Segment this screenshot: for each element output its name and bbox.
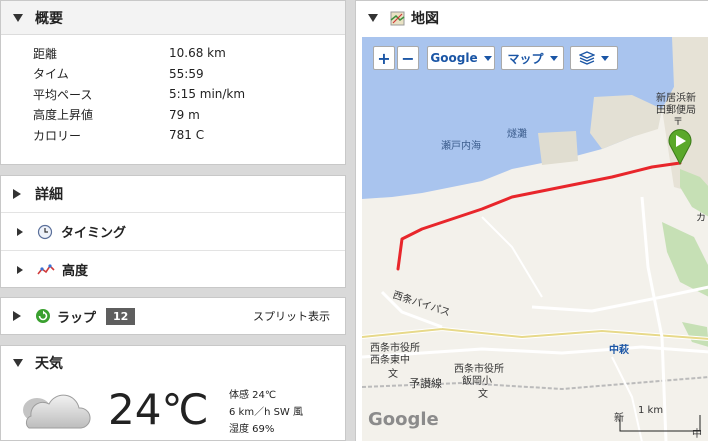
summary-stats: 距離 10.68 km タイム 55:59 平均ペース 5:15 min/km 高度上… <box>1 35 345 146</box>
stat-value: 55:59 <box>169 66 204 81</box>
stat-label: 距離 <box>33 46 58 61</box>
chevron-down-icon <box>601 55 609 61</box>
weather-header[interactable]: 天気 <box>1 346 345 380</box>
stat-row-pace: 平均ペース 5:15 min/km <box>1 84 345 105</box>
stat-label: 高度上昇値 <box>33 108 94 123</box>
expand-triangle-icon[interactable] <box>13 311 21 321</box>
stat-value: 10.68 km <box>169 46 226 61</box>
map-header[interactable]: 地図 <box>356 1 708 35</box>
details-title: 詳細 <box>35 187 63 203</box>
layers-select[interactable] <box>570 46 618 70</box>
lap-icon <box>36 309 50 323</box>
chevron-down-icon <box>549 55 558 61</box>
map-icon <box>390 11 405 25</box>
weather-details: 体感 24℃ 6 km／h SW 風 湿度 69% <box>229 387 303 438</box>
humidity: 湿度 69% <box>229 424 275 435</box>
stat-row-time: タイム 55:59 <box>1 64 345 85</box>
stat-row-distance: 距離 10.68 km <box>1 43 345 64</box>
expand-triangle-icon[interactable] <box>17 265 23 274</box>
feels-like: 体感 24℃ <box>229 390 277 401</box>
elevation-label: 高度 <box>62 264 89 279</box>
stat-value: 79 m <box>169 107 200 122</box>
details-elevation-row[interactable]: 高度 <box>1 250 345 287</box>
collapse-triangle-icon[interactable] <box>368 14 378 22</box>
summary-title: 概要 <box>35 10 63 27</box>
school-icon: 文 <box>388 369 398 380</box>
stat-label: 平均ペース <box>33 87 93 102</box>
collapse-triangle-icon[interactable] <box>13 13 23 22</box>
cloud-icon <box>23 394 91 429</box>
map-title: 地図 <box>411 11 439 27</box>
stat-row-calories: カロリー 781 C <box>1 125 345 146</box>
label-shin: 新 <box>614 413 624 424</box>
expand-triangle-icon[interactable] <box>17 227 23 236</box>
label-yosan-line: 予讃線 <box>409 377 442 390</box>
label-saijo-east: 西条東中 <box>370 355 410 366</box>
collapse-triangle-icon[interactable] <box>13 359 23 367</box>
stat-value: 781 C <box>169 128 205 143</box>
label-seto-inland-sea: 瀬戸内海 <box>441 141 481 152</box>
wind-speed: 6 km／h SW 風 <box>229 407 304 418</box>
stat-row-elevation: 高度上昇値 79 m <box>1 105 345 126</box>
label-ka: カ <box>696 213 706 224</box>
temperature-value: 24℃ <box>108 385 209 434</box>
weather-title: 天気 <box>35 356 63 372</box>
label-nakahagi: 中萩 <box>609 345 629 356</box>
summary-panel: 概要 距離 10.68 km タイム 55:59 平均ペース 5:15 min/km … <box>0 0 346 165</box>
stat-label: カロリー <box>33 128 82 143</box>
summary-header[interactable]: 概要 <box>1 1 345 35</box>
label-naka: 中 <box>692 429 702 440</box>
provider-select[interactable]: Google <box>427 46 495 70</box>
chevron-down-icon <box>483 55 492 61</box>
elevation-chart-icon <box>37 263 55 274</box>
expand-triangle-icon[interactable] <box>13 189 21 199</box>
start-pin-icon[interactable] <box>668 129 692 165</box>
map-panel: 地図 新居浜新 田郵便局 〒 瀬戸内海 燧灘 西条バイパス 西条市役所 西条東中… <box>355 0 708 441</box>
split-view-link[interactable]: スプリット表示 <box>253 308 330 324</box>
details-panel: 詳細 タイミング 高度 <box>0 175 346 288</box>
laps-panel: ラップ 12 スプリット表示 <box>0 297 346 335</box>
map-canvas[interactable]: 新居浜新 田郵便局 〒 瀬戸内海 燧灘 西条バイパス 西条市役所 西条東中 文 … <box>362 37 708 441</box>
label-nada: 燧灘 <box>507 129 527 140</box>
scale-label: 1 km <box>638 405 664 416</box>
laps-title: ラップ <box>57 310 97 326</box>
lap-count-badge: 12 <box>106 307 136 325</box>
layers-icon <box>579 51 595 65</box>
details-header[interactable]: 詳細 <box>1 176 345 212</box>
stat-value: 5:15 min/km <box>169 87 246 102</box>
zoom-out-button[interactable]: − <box>397 46 419 70</box>
map-type-select[interactable]: マップ <box>501 46 564 70</box>
post-office-icon: 〒 <box>673 117 683 128</box>
provider-label: Google <box>430 51 478 65</box>
map-type-label: マップ <box>507 51 544 66</box>
timing-label: タイミング <box>61 226 127 241</box>
clock-icon <box>37 224 53 239</box>
school-icon: 文 <box>478 389 488 400</box>
details-timing-row[interactable]: タイミング <box>1 212 345 250</box>
google-logo: Google <box>368 409 439 430</box>
stat-label: タイム <box>33 67 69 82</box>
weather-panel: 天気 24℃ 体感 24℃ 6 km／h SW 風 湿度 69% <box>0 345 346 441</box>
zoom-in-button[interactable]: + <box>373 46 395 70</box>
